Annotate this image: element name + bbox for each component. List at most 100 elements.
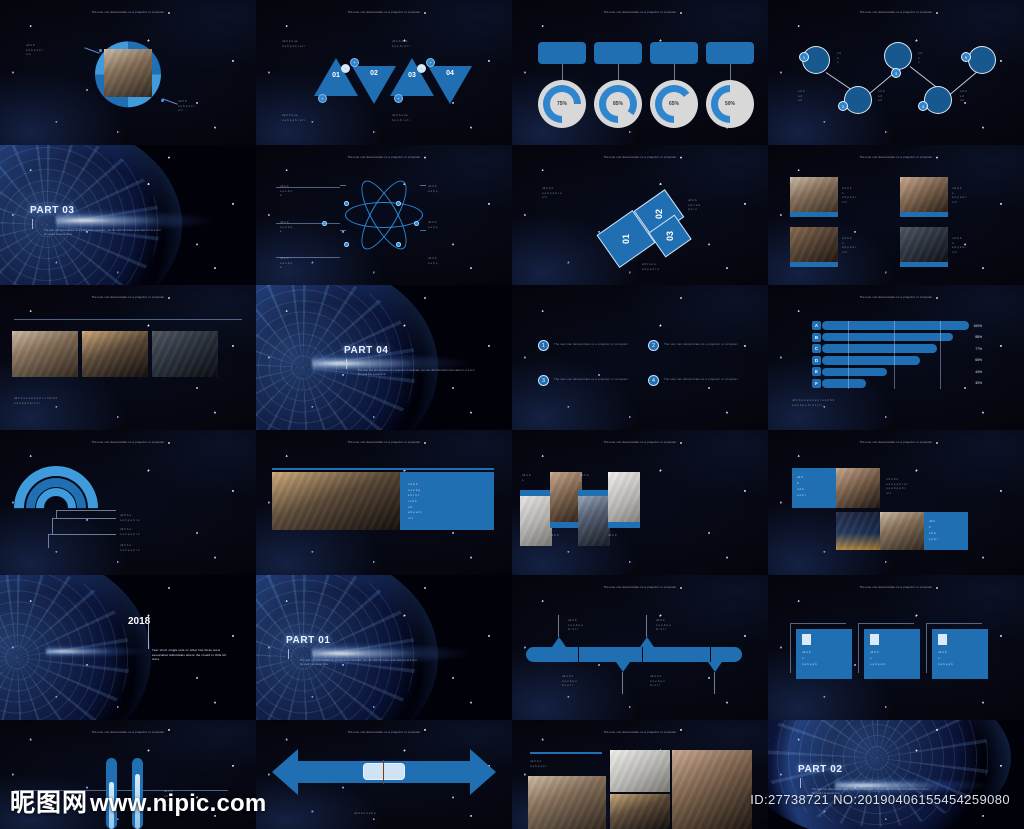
bar-category-label: A: [812, 321, 821, 330]
plus-icon[interactable]: +: [318, 94, 327, 103]
year-label: 2018: [128, 616, 151, 627]
arrow-right-icon[interactable]: [470, 749, 496, 795]
photo-thumb[interactable]: [12, 331, 78, 377]
plus-icon[interactable]: +: [426, 58, 435, 67]
bar: [821, 321, 970, 330]
photo-thumb[interactable]: [578, 490, 610, 546]
timeline-marker-up[interactable]: [640, 637, 654, 647]
item-text: The user can demonstrate on a projector …: [664, 378, 738, 382]
photo-thumb[interactable]: [528, 776, 606, 829]
slide-part-04-cover[interactable]: PART 04 The user can demonstrate on a pr…: [256, 285, 512, 430]
icon-card-3[interactable]: ub b boo e b p e b: [932, 629, 988, 679]
slide-part-01-cover[interactable]: PART 01 The user can demonstrate on a pr…: [256, 575, 512, 720]
watermark-logo: 昵图网 www.nipic.com: [10, 783, 266, 819]
content-item-4[interactable]: 4 The user can demonstrate on a projecto…: [648, 375, 740, 386]
part-description: The user can demonstrate on a projector …: [358, 369, 475, 377]
gauge-value: 75%: [556, 101, 567, 107]
timeline-marker-up[interactable]: [552, 637, 566, 647]
slide-photo-strip[interactable]: The user can demonstrate on a projector …: [512, 430, 768, 575]
item-number: 2: [648, 340, 659, 351]
item-number: 1: [538, 340, 549, 351]
step-number-4: 04: [446, 70, 454, 77]
node-5[interactable]: [968, 46, 996, 74]
photo-thumb[interactable]: [608, 472, 640, 528]
slide-timeline[interactable]: The user can demonstrate on a projector …: [512, 575, 768, 720]
slide-part-03-cover[interactable]: PART 03 The user can demonstrate on a pr…: [0, 145, 256, 285]
center-box[interactable]: [363, 763, 405, 780]
slide-triangle-steps[interactable]: The user can demonstrate on a projector …: [256, 0, 512, 145]
icon-card-1[interactable]: ub b boo e b p e b: [796, 629, 852, 679]
photo-thumb[interactable]: [836, 512, 880, 550]
slide-header-note: The user can demonstrate on a projector …: [347, 156, 421, 159]
slide-donut-photo[interactable]: The user can demonstrate on a projector …: [0, 0, 256, 145]
slide-icon-cards[interactable]: The user can demonstrate on a projector …: [768, 575, 1024, 720]
timeline-marker-down[interactable]: [708, 662, 722, 672]
slide-photo-triple[interactable]: The user can demonstrate on a projector …: [0, 285, 256, 430]
bar-value-label: 44%: [975, 369, 982, 374]
slide-double-arrow[interactable]: The user can demonstrate on a projector …: [256, 720, 512, 829]
content-item-2[interactable]: 2 The user can demonstrate on a projecto…: [648, 340, 740, 351]
slide-header-note: The user can demonstrate on a projector …: [91, 11, 165, 14]
slide-arc-diagram[interactable]: The user can demonstrate on a projector …: [0, 430, 256, 575]
timeline-marker-down[interactable]: [616, 662, 630, 672]
item-number: 3: [538, 375, 549, 386]
slide-desk-photo-panel[interactable]: The user can demonstrate on a projector …: [256, 430, 512, 575]
photo-thumb[interactable]: [672, 750, 752, 829]
part-label: PART 03: [30, 205, 75, 216]
slide-atom-orbit[interactable]: The user can demonstrate on a projector …: [256, 145, 512, 285]
bar-chart-row: F 30%: [812, 378, 982, 388]
photo-thumb[interactable]: [82, 331, 148, 377]
slide-node-chain[interactable]: The user can demonstrate on a projector …: [768, 0, 1024, 145]
slide-gauge-row[interactable]: The user can demonstrate on a projector …: [512, 0, 768, 145]
node-4[interactable]: [924, 86, 952, 114]
gauge-caption-box-3[interactable]: [650, 42, 698, 64]
plus-icon[interactable]: +: [394, 94, 403, 103]
slide-photo-mosaic[interactable]: The user can demonstrate on a projector …: [768, 430, 1024, 575]
caption-1: ub b b o oe o e b p e b r u f i: [282, 40, 306, 48]
slide-content[interactable]: CONTENT 1 The user can demonstrate on a …: [512, 285, 768, 430]
slide-header-note: The user can demonstrate on a projector …: [347, 731, 421, 734]
plus-icon[interactable]: +: [350, 58, 359, 67]
photo-thumb[interactable]: [900, 177, 948, 217]
slide-photo-quad[interactable]: The user can demonstrate on a projector …: [768, 145, 1024, 285]
slide-header-note: The user can demonstrate on a projector …: [603, 586, 677, 589]
node-2[interactable]: [844, 86, 872, 114]
content-item-3[interactable]: 3 The user can demonstrate on a projecto…: [538, 375, 630, 386]
photo-thumb[interactable]: [880, 512, 924, 550]
photo-thumb[interactable]: [836, 468, 880, 508]
slide-year-cover[interactable]: 2018 Your short single note or other two…: [0, 575, 256, 720]
bar-chart-row: A 100%: [812, 321, 982, 330]
bar: [821, 332, 954, 342]
slide-photo-collage[interactable]: The user can demonstrate on a projector …: [512, 720, 768, 829]
photo-thumb[interactable]: [790, 177, 838, 217]
gauge-value: 85%: [612, 101, 623, 107]
photo-thumb[interactable]: [152, 331, 218, 377]
slide-header-note: The user can demonstrate on a projector …: [859, 11, 933, 14]
bar-chart: A 100% B 88% C 77% D 66% E 44% F 30%: [812, 321, 982, 389]
photo-thumb[interactable]: [610, 794, 670, 829]
gauge-4: 50%: [706, 80, 754, 128]
photo-thumb[interactable]: [790, 227, 838, 267]
content-item-1[interactable]: 1 The user can demonstrate on a projecto…: [538, 340, 630, 351]
icon-card-2[interactable]: ub b boo e b p e b: [864, 629, 920, 679]
arrow-left-icon[interactable]: [272, 749, 298, 795]
bar-chart-row: B 88%: [812, 332, 982, 342]
bar: [821, 379, 867, 388]
watermark-site-cn: 昵图网: [10, 788, 89, 817]
slide-header-note: The user can demonstrate on a projector …: [859, 586, 933, 589]
photo-main[interactable]: [272, 472, 400, 530]
slide-diamond-cards[interactable]: The user can demonstrate on a projector …: [512, 145, 768, 285]
gauge-caption-box-2[interactable]: [594, 42, 642, 64]
bar-category-label: E: [812, 367, 821, 377]
gauge-caption-box-4[interactable]: [706, 42, 754, 64]
photo-thumb[interactable]: [900, 227, 948, 267]
slide-header-note: The user can demonstrate on a projector …: [91, 296, 165, 299]
part-label: PART 01: [286, 635, 331, 646]
photo-thumb[interactable]: [610, 750, 670, 792]
slide-part-02-cover[interactable]: PART 02 The user can demonstrate on a pr…: [768, 720, 1024, 829]
photo-thumb[interactable]: [520, 490, 552, 546]
gauge-caption-box-1[interactable]: [538, 42, 586, 64]
node-3[interactable]: [884, 42, 912, 70]
slide-bar-chart[interactable]: The user can demonstrate on a projector …: [768, 285, 1024, 430]
step-number-1: 01: [332, 72, 340, 79]
